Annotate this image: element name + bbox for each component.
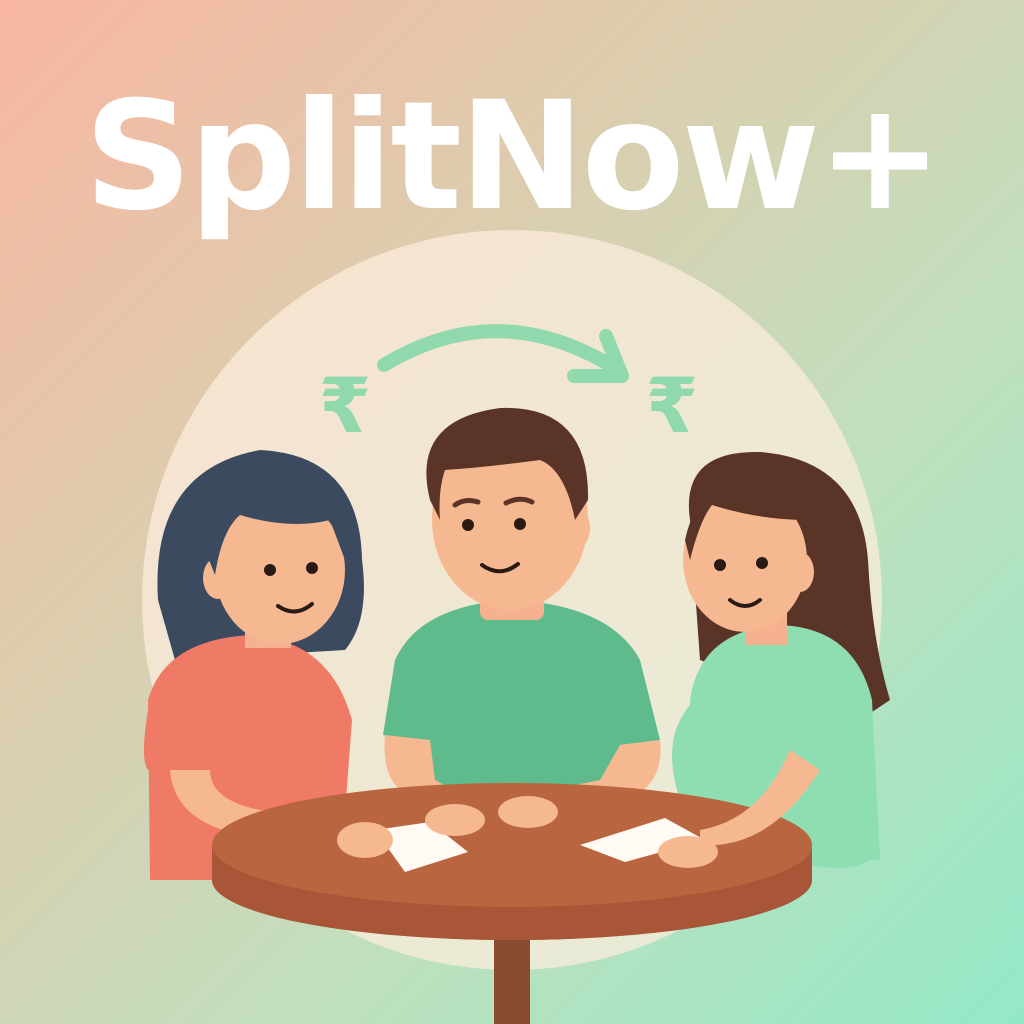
rupee-icon: ₹	[646, 361, 699, 450]
splash-screen: SplitNow+ ₹ ₹	[0, 0, 1024, 1024]
people-splitting-bill-illustration: ₹ ₹	[142, 230, 890, 1024]
rupee-icon: ₹	[319, 361, 372, 450]
